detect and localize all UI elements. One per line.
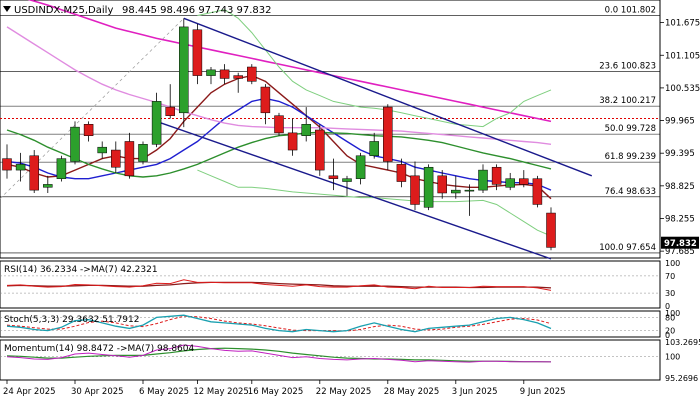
momentum-label: Momentum(14) 98.8472 ->MA(7) 98.8604: [4, 344, 195, 354]
chart-header: USDINDX.M25,Daily 98.445 98.496 97.743 9…: [3, 5, 272, 16]
candle-bear: [519, 178, 529, 185]
panel-tick-label: 80: [665, 313, 675, 322]
current-price-label: 97.832: [664, 239, 697, 249]
candle-bear: [192, 29, 203, 76]
candle-bull: [369, 141, 379, 157]
candle-bull: [342, 178, 352, 182]
candle-bear: [111, 149, 121, 168]
candle-bull: [179, 26, 189, 114]
candle-bear: [2, 158, 12, 171]
panel-tick-label: 100: [665, 353, 680, 362]
candle-bull: [451, 189, 461, 194]
candle-bull: [478, 169, 488, 191]
candle-bear: [410, 175, 420, 205]
candle-bear: [532, 178, 543, 205]
price-tick-label: 98.255: [665, 214, 695, 224]
candle-bear: [383, 106, 393, 162]
candle-bull: [423, 166, 434, 208]
panel-tick-label: 95.2696: [665, 374, 698, 383]
candle-bear: [274, 115, 284, 134]
price-panel-frame: [0, 0, 661, 259]
candle-bear: [491, 166, 502, 185]
candle-bull: [464, 189, 475, 192]
candle-bear: [83, 124, 94, 136]
symbol-timeframe: USDINDX.M25,Daily: [14, 5, 113, 16]
momentum-panel[interactable]: Momentum(14) 98.8472 ->MA(7) 98.8604: [0, 339, 661, 381]
candle-bear: [315, 129, 325, 171]
time-tick-label: 16 May 2025: [248, 387, 303, 397]
candle-bear: [287, 132, 298, 151]
candle-bear: [233, 75, 243, 79]
ohlc-values: 98.445 98.496 97.743 97.832: [122, 5, 272, 16]
rsi-label: RSI(14) 36.2334 ->MA(7) 42.2321: [4, 265, 158, 275]
time-tick-label: 9 Jun 2025: [520, 387, 566, 397]
stochastic-label: Stoch(5,3,3) 29.3632 51.7912: [4, 315, 139, 325]
stochastic-panel[interactable]: Stoch(5,3,3) 29.3632 51.7912: [0, 310, 661, 338]
candle-bull: [505, 178, 515, 188]
panel-tick-label: 30: [665, 289, 675, 298]
panel-tick-label: 100: [665, 259, 680, 268]
fib-level-label: 38.2 100.217: [599, 96, 656, 106]
fib-level-label: 0.0 101.802: [605, 5, 656, 15]
fib-level-label: 23.6 100.823: [599, 61, 656, 71]
candle-bull: [301, 124, 311, 136]
candle-bull: [206, 69, 216, 76]
fib-level-label: 76.4 98.633: [605, 187, 656, 197]
candle-bear: [29, 155, 39, 191]
price-tick-label: 99.965: [665, 117, 695, 127]
candle-bear: [396, 164, 407, 182]
candle-bull: [138, 144, 148, 162]
time-tick-label: 28 May 2025: [384, 387, 439, 397]
fib-level-label: 61.8 99.239: [605, 152, 656, 162]
panel-tick-label: 70: [665, 272, 675, 281]
time-tick-label: 24 Apr 2025: [3, 387, 56, 397]
fib-level-label: 50.0 99.728: [605, 124, 656, 134]
rsi-panel[interactable]: RSI(14) 36.2334 ->MA(7) 42.2321: [0, 260, 661, 309]
candle-bear: [260, 86, 271, 114]
time-tick-label: 6 May 2025: [139, 387, 189, 397]
candle-bear: [437, 175, 447, 194]
candle-bear: [546, 212, 556, 248]
candle-bull: [97, 146, 107, 154]
candle-bull: [43, 184, 53, 188]
time-tick-label: 12 May 2025: [193, 387, 248, 397]
price-tick-label: 99.395: [665, 149, 695, 159]
candle-bull: [151, 101, 162, 145]
time-tick-label: 3 Jun 2025: [452, 387, 498, 397]
time-tick-label: 22 May 2025: [316, 387, 371, 397]
candle-bull: [70, 126, 80, 162]
candle-bear: [247, 66, 257, 82]
candle-bull: [56, 158, 67, 179]
candle-bear: [165, 106, 175, 116]
candle-bear: [124, 141, 135, 177]
price-tick-label: 101.675: [665, 19, 700, 29]
candle-bull: [15, 164, 26, 171]
trading-chart[interactable]: 0.0 101.802 23.6 100.823 38.2 100.217 50.0 …: [0, 0, 700, 400]
fib-level-label: 100.0 97.654: [599, 243, 656, 253]
time-tick-label: 30 Apr 2025: [71, 387, 124, 397]
price-tick-label: 100.535: [665, 84, 700, 94]
price-tick-label: 98.825: [665, 182, 695, 192]
price-panel[interactable]: 0.0 101.802 23.6 100.823 38.2 100.217 50.0 …: [0, 0, 661, 260]
candle-bear: [328, 175, 339, 179]
panel-tick-label: 103.2695: [665, 338, 700, 347]
candle-bull: [355, 155, 366, 179]
candle-bear: [219, 69, 230, 79]
price-tick-label: 101.105: [665, 51, 700, 61]
